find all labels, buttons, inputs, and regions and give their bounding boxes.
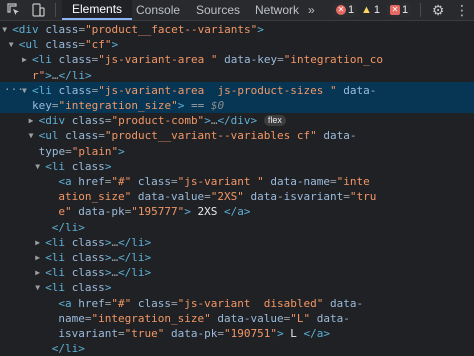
- dom-node-text: r">…</li>: [32, 68, 92, 82]
- dom-node-line[interactable]: ▼ <ul class="cf">: [0, 37, 474, 52]
- errors-badge[interactable]: ✕ 1: [387, 3, 412, 17]
- tab-network[interactable]: Network: [245, 0, 309, 20]
- dom-node-line[interactable]: type="plain">: [0, 144, 474, 159]
- expand-down-icon[interactable]: ▼: [9, 37, 14, 52]
- devtools-toolbar: Elements Console Sources Network » ✕ 1 ▲…: [0, 0, 474, 21]
- dom-node-line[interactable]: ▼ <ul class="product__variant--variables …: [0, 128, 474, 143]
- issue-icon: ✕: [336, 5, 346, 15]
- warnings-badge[interactable]: ▲ 1: [358, 3, 383, 17]
- dom-node-text: <li class="js-variant-area js-product-si…: [32, 83, 377, 97]
- dom-node-line[interactable]: ▶ <li class>…</li>: [0, 250, 474, 265]
- dom-node-line[interactable]: ▶ <li class="js-variant-area " data-key="…: [0, 52, 474, 67]
- error-icon: ✕: [390, 5, 400, 15]
- expand-right-icon[interactable]: ▶: [35, 235, 40, 250]
- expand-down-icon[interactable]: ▼: [2, 22, 7, 37]
- dom-node-text: <li class>: [45, 281, 112, 295]
- dom-node-line[interactable]: name="integration_size" data-value="L" d…: [0, 311, 474, 326]
- dom-node-line[interactable]: ▶ <div class="product-comb">…</div> flex: [0, 113, 474, 128]
- dom-node-text: <a href="#" class="js-variant disabled" …: [58, 296, 364, 310]
- dom-node-text: name="integration_size" data-value="L" d…: [58, 311, 350, 325]
- expand-right-icon[interactable]: ▶: [35, 250, 40, 265]
- dom-node-text: </li>: [51, 220, 85, 234]
- expand-right-icon[interactable]: ▶: [29, 113, 34, 128]
- expand-down-icon[interactable]: ▼: [35, 280, 40, 295]
- more-options-icon[interactable]: ⋮: [454, 2, 470, 18]
- dom-node-line[interactable]: ation_size" data-value="2XS" data-isvari…: [0, 189, 474, 204]
- dom-node-line[interactable]: ▶ <li class>…</li>: [0, 235, 474, 250]
- dom-node-text: <ul class="product__variant--variables c…: [38, 129, 357, 143]
- dom-node-line[interactable]: ▼ <div class="product__facet--variants">: [0, 22, 474, 37]
- dom-node-text: <li class>: [45, 159, 112, 173]
- dom-node-text: e" data-pk="195777"> 2XS </a>: [58, 205, 251, 219]
- dom-node-line[interactable]: e" data-pk="195777"> 2XS </a>: [0, 204, 474, 219]
- issues-count: 1: [348, 4, 355, 16]
- expand-down-icon[interactable]: ▼: [22, 83, 27, 98]
- dom-node-text: key="integration_size"> == $0: [32, 99, 225, 112]
- dom-node-text: <li class>…</li>: [45, 266, 152, 280]
- dom-node-line[interactable]: </li>: [0, 220, 474, 235]
- dom-node-text: <li class>…</li>: [45, 235, 152, 249]
- dom-node-text: ation_size" data-value="2XS" data-isvari…: [58, 190, 377, 204]
- dom-node-text: <li class>…</li>: [45, 251, 152, 264]
- dom-node-text: isvariant="true" data-pk="190751"> L </a…: [58, 327, 330, 340]
- expand-down-icon[interactable]: ▼: [35, 159, 40, 174]
- dom-node-text: <div class="product-comb">…</div> flex: [39, 113, 286, 128]
- expand-down-icon[interactable]: ▼: [29, 128, 34, 143]
- settings-gear-icon[interactable]: ⚙: [430, 2, 446, 18]
- dom-node-line[interactable]: ▼ <li class>: [0, 280, 474, 295]
- dom-node-line[interactable]: <a href="#" class="js-variant " data-nam…: [0, 174, 474, 189]
- dom-node-text: <ul class="cf">: [18, 38, 119, 52]
- toolbar-divider: [420, 3, 421, 17]
- dom-node-line[interactable]: ▼ <li class>: [0, 159, 474, 174]
- dom-tree: ··· ▼ <div class="product__facet--variant…: [0, 21, 474, 355]
- dom-node-text: <li class="js-variant-area " data-key="i…: [32, 53, 384, 67]
- warnings-count: 1: [373, 4, 381, 16]
- dom-node-line[interactable]: ▶ <li class>…</li>: [0, 265, 474, 280]
- dom-node-text: type="plain">: [38, 144, 125, 158]
- expand-right-icon[interactable]: ▶: [35, 265, 40, 280]
- dom-node-text: <div class="product__facet--variants">: [12, 23, 264, 36]
- device-toolbar-icon[interactable]: [30, 2, 46, 18]
- errors-count: 1: [402, 4, 409, 16]
- inspect-element-icon[interactable]: [6, 2, 22, 18]
- tab-elements[interactable]: Elements: [62, 0, 133, 20]
- dom-node-line[interactable]: isvariant="true" data-pk="190751"> L </a…: [0, 326, 474, 341]
- tab-sources[interactable]: Sources: [186, 0, 250, 20]
- dom-node-line[interactable]: r">…</li>: [0, 68, 474, 83]
- dom-node-text: <a href="#" class="js-variant " data-nam…: [58, 175, 370, 188]
- more-tabs-button[interactable]: »: [304, 0, 319, 20]
- toolbar-divider: [55, 3, 56, 17]
- dom-node-line[interactable]: key="integration_size"> == $0: [0, 98, 474, 113]
- expand-right-icon[interactable]: ▶: [22, 52, 27, 67]
- tab-console[interactable]: Console: [126, 0, 190, 20]
- dom-node-line[interactable]: ▼ <li class="js-variant-area js-product-s…: [0, 83, 474, 98]
- warning-icon: ▲: [361, 4, 372, 16]
- dom-node-line[interactable]: <a href="#" class="js-variant disabled" …: [0, 296, 474, 311]
- issues-badge[interactable]: ✕ 1: [333, 3, 358, 17]
